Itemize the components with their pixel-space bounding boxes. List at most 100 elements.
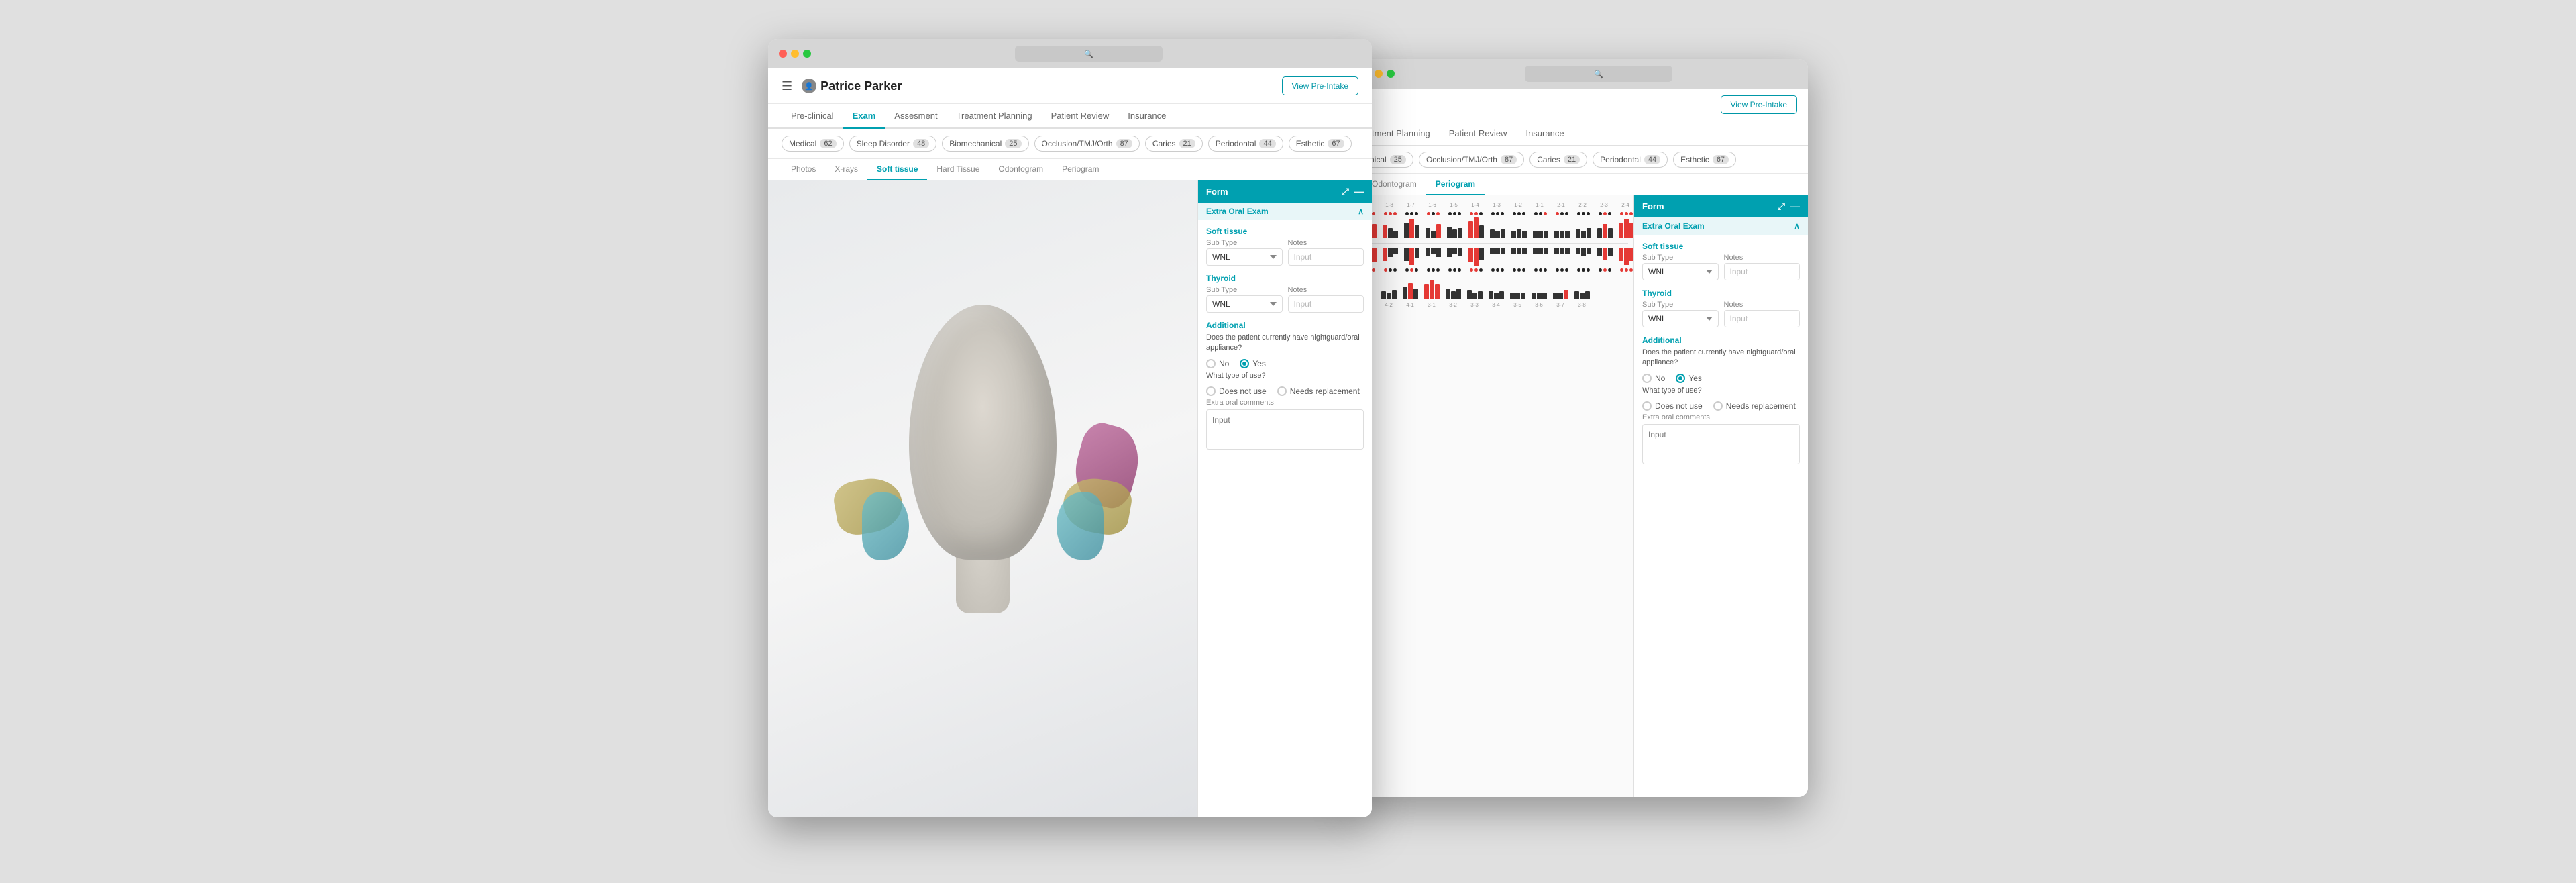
w2-form-collapse-icon[interactable]: ∧ <box>1794 221 1800 231</box>
sub-nav: Photos X-rays Soft tissue Hard Tissue Od… <box>768 159 1372 180</box>
pill-periodontal[interactable]: Periodontal 44 <box>1208 136 1283 152</box>
tooth-bar-13 <box>1487 229 1507 238</box>
pill-esthetic[interactable]: Esthetic 67 <box>1289 136 1352 152</box>
w2-radio-dnu-circle[interactable] <box>1642 401 1652 411</box>
w2-extra-comments-textarea[interactable] <box>1642 424 1800 464</box>
radio-no[interactable]: No <box>1206 359 1229 368</box>
w2-radio-no-circle[interactable] <box>1642 374 1652 383</box>
pbar <box>1383 248 1387 261</box>
pbar <box>1495 231 1500 238</box>
w2-search-icon: 🔍 <box>1594 70 1603 79</box>
pill-medical[interactable]: Medical 62 <box>782 136 844 152</box>
pbar <box>1458 248 1462 256</box>
w2-form-expand-icon[interactable]: ⤢ <box>1778 201 1785 212</box>
tooth-14-dots <box>1466 212 1486 215</box>
w2-radio-yes[interactable]: Yes <box>1676 374 1702 383</box>
pbar <box>1458 228 1462 238</box>
sub-nav-periogram[interactable]: Periogram <box>1053 159 1108 180</box>
w2-soft-tissue-notes-input[interactable] <box>1724 263 1801 280</box>
w2-pill-occlusion[interactable]: Occlusion/TMJ/Orth 87 <box>1419 152 1524 168</box>
view-preintake-button[interactable]: View Pre-Intake <box>1282 76 1359 95</box>
soft-tissue-subtype-select[interactable]: WNL <box>1206 248 1283 266</box>
pdot <box>1625 268 1628 272</box>
tooth-b-12-dots <box>1509 268 1529 272</box>
radio-yes-circle[interactable] <box>1240 359 1249 368</box>
pdot <box>1491 268 1495 272</box>
nav-exam[interactable]: Exam <box>843 104 885 129</box>
w2-radio-no[interactable]: No <box>1642 374 1665 383</box>
radio-no-circle[interactable] <box>1206 359 1216 368</box>
w2-radio-needs-replacement[interactable]: Needs replacement <box>1713 401 1796 411</box>
w2-maximize-button[interactable] <box>1387 70 1395 78</box>
pdot <box>1384 268 1387 272</box>
minimize-button[interactable] <box>791 50 799 58</box>
sub-nav-soft-tissue[interactable]: Soft tissue <box>867 159 927 180</box>
perio-num-13: 1-3 <box>1487 202 1507 208</box>
pdot <box>1415 212 1418 215</box>
thyroid-subtype-select[interactable]: WNL <box>1206 295 1283 313</box>
sub-nav-odontogram[interactable]: Odontogram <box>989 159 1053 180</box>
pdot <box>1608 212 1611 215</box>
tooth-bar2-16 <box>1423 248 1443 257</box>
pill-occlusion[interactable]: Occlusion/TMJ/Orth 87 <box>1034 136 1140 152</box>
w2-sub-nav-periogram[interactable]: Periogram <box>1426 174 1485 195</box>
sub-nav-hard-tissue[interactable]: Hard Tissue <box>927 159 989 180</box>
form-minimize-icon[interactable]: — <box>1354 186 1364 197</box>
sub-nav-xrays[interactable]: X-rays <box>825 159 867 180</box>
w2-nav-treatment[interactable]: tment Planning <box>1362 121 1440 146</box>
nav-patient-review[interactable]: Patient Review <box>1042 104 1119 129</box>
w2-radio-does-not-use[interactable]: Does not use <box>1642 401 1703 411</box>
w2-pill-periodontal[interactable]: Periodontal 44 <box>1593 152 1668 168</box>
pill-sleep-disorder[interactable]: Sleep Disorder 48 <box>849 136 937 152</box>
radio-yes[interactable]: Yes <box>1240 359 1266 368</box>
w2-nightguard-question: Does the patient currently have nightgua… <box>1642 348 1800 368</box>
pbar <box>1580 293 1585 299</box>
form-expand-icon[interactable]: ⤢ <box>1342 186 1349 197</box>
w2-soft-tissue-subtype-select[interactable]: WNL <box>1642 263 1719 280</box>
soft-tissue-notes-input[interactable] <box>1288 248 1364 266</box>
title-bar-1: 🔍 <box>768 39 1372 68</box>
pdot <box>1587 212 1590 215</box>
pbar <box>1542 293 1547 299</box>
pdot <box>1522 212 1525 215</box>
url-bar[interactable]: 🔍 <box>1015 46 1163 62</box>
hamburger-menu-icon[interactable]: ☰ <box>782 79 792 93</box>
pdot <box>1405 268 1409 272</box>
w2-radio-yes-circle[interactable] <box>1676 374 1685 383</box>
radio-nr-circle[interactable] <box>1277 386 1287 396</box>
pbar <box>1511 248 1516 254</box>
pbar <box>1532 293 1536 299</box>
radio-does-not-use[interactable]: Does not use <box>1206 386 1267 396</box>
w2-minimize-button[interactable] <box>1375 70 1383 78</box>
w2-nav-patient-review[interactable]: Patient Review <box>1440 121 1517 146</box>
nav-preclinical[interactable]: Pre-clinical <box>782 104 843 129</box>
pill-biomechanical[interactable]: Biomechanical 25 <box>942 136 1028 152</box>
extra-comments-textarea[interactable] <box>1206 409 1364 450</box>
nav-assessment[interactable]: Assesment <box>885 104 947 129</box>
tooth-b-23-dots <box>1595 268 1615 272</box>
w2-form-minimize-icon[interactable]: — <box>1790 201 1800 212</box>
nav-insurance[interactable]: Insurance <box>1118 104 1175 129</box>
pill-caries[interactable]: Caries 21 <box>1145 136 1203 152</box>
w2-nav-insurance[interactable]: Insurance <box>1516 121 1573 146</box>
radio-needs-replacement[interactable]: Needs replacement <box>1277 386 1360 396</box>
w2-view-preintake-button[interactable]: View Pre-Intake <box>1721 95 1798 114</box>
nightguard-radio-group: No Yes <box>1206 359 1364 368</box>
pbar <box>1597 228 1602 238</box>
w2-radio-nr-circle[interactable] <box>1713 401 1723 411</box>
thyroid-notes-input[interactable] <box>1288 295 1364 313</box>
sub-nav-photos[interactable]: Photos <box>782 159 825 180</box>
close-button[interactable] <box>779 50 787 58</box>
nav-treatment-planning[interactable]: Treatment Planning <box>947 104 1042 129</box>
w2-pill-esthetic[interactable]: Esthetic 67 <box>1673 152 1736 168</box>
maximize-button[interactable] <box>803 50 811 58</box>
tooth-bar3-g <box>1507 293 1527 299</box>
w2-url-bar[interactable]: 🔍 <box>1525 66 1672 82</box>
radio-dnu-circle[interactable] <box>1206 386 1216 396</box>
w2-thyroid-notes-input[interactable] <box>1724 310 1801 327</box>
w2-sub-nav-odontogram[interactable]: Odontogram <box>1362 174 1426 195</box>
w2-thyroid-subtype-select[interactable]: WNL <box>1642 310 1719 327</box>
window-controls <box>779 50 811 58</box>
w2-pill-caries[interactable]: Caries 21 <box>1529 152 1587 168</box>
form-collapse-icon[interactable]: ∧ <box>1358 207 1364 216</box>
